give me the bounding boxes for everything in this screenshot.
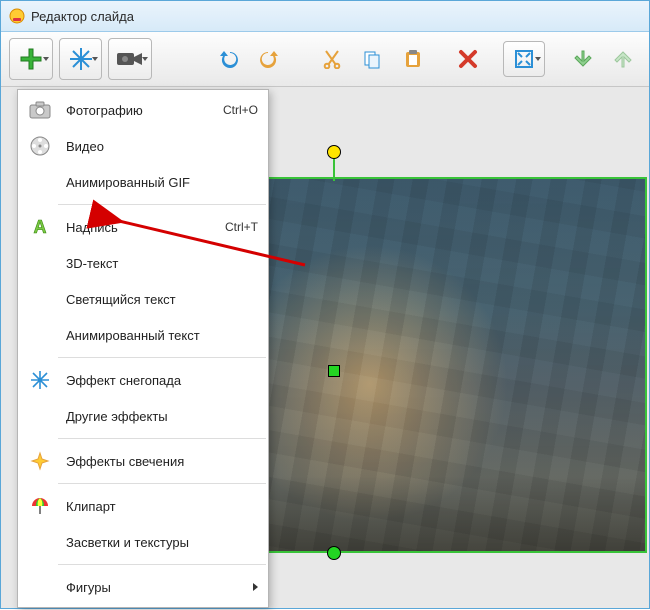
blank-icon <box>22 245 58 281</box>
menu-item-label: Анимированный текст <box>66 328 258 343</box>
menu-item-label: Фотографию <box>66 103 207 118</box>
menu-item-video[interactable]: Видео <box>18 128 268 164</box>
menu-item-othereffects[interactable]: Другие эффекты <box>18 398 268 434</box>
menu-item-label: Клипарт <box>66 499 258 514</box>
menu-separator <box>58 438 266 439</box>
toolbar <box>1 32 649 87</box>
effects-button[interactable] <box>59 38 103 80</box>
menu-item-3dtext[interactable]: 3D-текст <box>18 245 268 281</box>
menu-item-label: Надпись <box>66 220 209 235</box>
menu-separator <box>58 357 266 358</box>
blank-icon <box>22 569 58 605</box>
dropdown-caret-icon <box>92 57 98 61</box>
menu-item-label: Эффекты свечения <box>66 454 258 469</box>
sparkle-icon <box>22 443 58 479</box>
menu-separator <box>58 483 266 484</box>
fullscreen-button[interactable] <box>503 41 545 77</box>
text-a-icon: A <box>22 209 58 245</box>
snowflake-icon <box>22 362 58 398</box>
menu-separator <box>58 564 266 565</box>
svg-text:A: A <box>34 217 47 237</box>
menu-separator <box>58 204 266 205</box>
camera-photo-icon <box>22 92 58 128</box>
paste-button[interactable] <box>396 41 430 77</box>
menu-item-label: Анимированный GIF <box>66 175 258 190</box>
menu-item-animtext[interactable]: Анимированный текст <box>18 317 268 353</box>
blank-icon <box>22 317 58 353</box>
dropdown-caret-icon <box>142 57 148 61</box>
delete-button[interactable] <box>451 41 485 77</box>
window-title: Редактор слайда <box>31 9 134 24</box>
umbrella-icon <box>22 488 58 524</box>
menu-item-shortcut: Ctrl+O <box>223 103 258 117</box>
menu-item-glowtext[interactable]: Светящийся текст <box>18 281 268 317</box>
center-handle[interactable] <box>328 365 340 377</box>
menu-item-label: Эффект снегопада <box>66 373 258 388</box>
menu-item-snow[interactable]: Эффект снегопада <box>18 362 268 398</box>
menu-item-gif[interactable]: Анимированный GIF <box>18 164 268 200</box>
dropdown-caret-icon <box>43 57 49 61</box>
titlebar: Редактор слайда <box>1 1 649 32</box>
redo-button[interactable] <box>252 41 286 77</box>
menu-item-shortcut: Ctrl+T <box>225 220 258 234</box>
menu-item-label: Светящийся текст <box>66 292 258 307</box>
film-reel-icon <box>22 128 58 164</box>
menu-item-clipart[interactable]: Клипарт <box>18 488 268 524</box>
move-down-button[interactable] <box>567 41 601 77</box>
undo-button[interactable] <box>212 41 246 77</box>
blank-icon <box>22 281 58 317</box>
menu-item-label: 3D-текст <box>66 256 258 271</box>
move-up-button[interactable] <box>607 41 641 77</box>
blank-icon <box>22 164 58 200</box>
add-button[interactable] <box>9 38 53 80</box>
dropdown-caret-icon <box>535 57 541 61</box>
menu-item-label: Засветки и текстуры <box>66 535 258 550</box>
menu-item-textures[interactable]: Засветки и текстуры <box>18 524 268 560</box>
bottom-handle[interactable] <box>327 546 341 560</box>
rotate-handle[interactable] <box>327 145 341 159</box>
app-icon <box>9 8 25 24</box>
menu-item-shapes[interactable]: Фигуры <box>18 569 268 605</box>
add-menu: Фотографию Ctrl+O Видео Анимированный GI… <box>17 89 269 608</box>
blank-icon <box>22 524 58 560</box>
camera-button[interactable] <box>108 38 152 80</box>
rotate-stem <box>333 157 335 181</box>
menu-item-label: Другие эффекты <box>66 409 258 424</box>
menu-item-label: Видео <box>66 139 258 154</box>
blank-icon <box>22 398 58 434</box>
submenu-arrow-icon <box>253 583 258 591</box>
slide-editor-window: Редактор слайда <box>0 0 650 609</box>
copy-button[interactable] <box>355 41 389 77</box>
cut-button[interactable] <box>315 41 349 77</box>
menu-item-glow[interactable]: Эффекты свечения <box>18 443 268 479</box>
menu-item-photo[interactable]: Фотографию Ctrl+O <box>18 92 268 128</box>
menu-item-text[interactable]: A Надпись Ctrl+T <box>18 209 268 245</box>
menu-item-label: Фигуры <box>66 580 245 595</box>
